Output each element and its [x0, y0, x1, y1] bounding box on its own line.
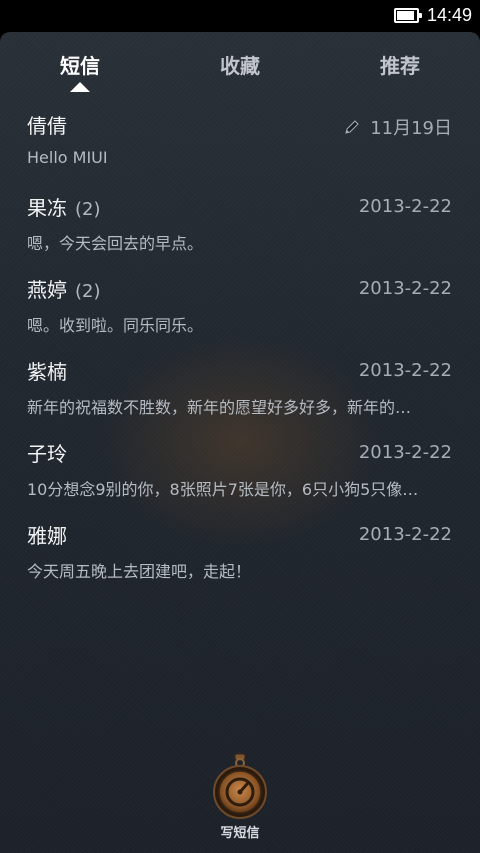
- message-date-text: 2013-2-22: [358, 524, 452, 545]
- message-date-text: 2013-2-22: [358, 360, 452, 381]
- message-preview: 新年的祝福数不胜数，新年的愿望好多好多，新年的…: [27, 398, 412, 417]
- message-date: 11月19日: [344, 114, 452, 140]
- message-date-text: 2013-2-22: [358, 196, 452, 217]
- message-date-text: 2013-2-22: [358, 442, 452, 463]
- contact-name-text: 雅娜: [27, 524, 67, 548]
- active-tab-indicator: [70, 82, 90, 92]
- message-date: 2013-2-22: [359, 442, 452, 463]
- battery-icon: [393, 8, 422, 23]
- compose-button[interactable]: 写短信: [200, 752, 280, 842]
- message-date-text: 11月19日: [370, 118, 452, 139]
- unread-count: (2): [75, 199, 101, 220]
- conversation-item[interactable]: 雅娜 2013-2-22 今天周五晚上去团建吧，走起！: [0, 510, 480, 592]
- conversation-item[interactable]: 果冻 (2) 2013-2-22 嗯，今天会回去的早点。: [0, 182, 480, 264]
- conversation-item[interactable]: 倩倩 11月19日 Hello MIUI: [0, 100, 480, 182]
- status-bar: 14:49: [0, 0, 480, 32]
- contact-name-text: 燕婷: [27, 278, 67, 302]
- draft-pencil-icon: [345, 120, 359, 134]
- status-time: 14:49: [426, 5, 472, 25]
- contact-name-text: 子玲: [27, 442, 67, 466]
- contact-name: 紫楠: [27, 356, 75, 385]
- tab-recommended[interactable]: 推荐: [340, 50, 460, 79]
- message-preview: 嗯。收到啦。同乐同乐。: [27, 316, 204, 335]
- message-preview: 嗯，今天会回去的早点。: [27, 234, 204, 253]
- contact-name: 雅娜: [27, 520, 75, 549]
- contact-name: 子玲: [27, 438, 75, 467]
- contact-name: 燕婷 (2): [27, 274, 101, 303]
- message-preview: 今天周五晚上去团建吧，走起！: [27, 562, 252, 581]
- message-preview: Hello MIUI: [27, 148, 108, 167]
- battery-fill: [396, 11, 415, 20]
- conversation-item[interactable]: 燕婷 (2) 2013-2-22 嗯。收到啦。同乐同乐。: [0, 264, 480, 346]
- tab-messages[interactable]: 短信: [20, 50, 140, 79]
- messaging-app: 短信 收藏 推荐 倩倩 11月19日 Hello MIUI 果冻 (2) 201…: [0, 32, 480, 853]
- compose-pocket-watch-icon: [213, 753, 267, 819]
- contact-name-text: 果冻: [27, 196, 67, 220]
- contact-name: 果冻 (2): [27, 192, 101, 221]
- conversation-item[interactable]: 子玲 2013-2-22 10分想念9别的你，8张照片7张是你，6只小狗5只像…: [0, 428, 480, 510]
- compose-label: 写短信: [220, 826, 260, 841]
- unread-count: (2): [75, 281, 101, 302]
- tab-bar: 短信 收藏 推荐: [0, 32, 480, 92]
- message-date-text: 2013-2-22: [358, 278, 452, 299]
- message-date: 2013-2-22: [359, 360, 452, 381]
- message-preview: 10分想念9别的你，8张照片7张是你，6只小狗5只像…: [27, 480, 419, 499]
- message-date: 2013-2-22: [359, 524, 452, 545]
- message-date: 2013-2-22: [359, 196, 452, 217]
- contact-name-text: 紫楠: [27, 360, 67, 384]
- conversation-list: 倩倩 11月19日 Hello MIUI 果冻 (2) 2013-2-22 嗯，…: [0, 100, 480, 592]
- contact-name-text: 倩倩: [27, 114, 67, 138]
- tab-favorites[interactable]: 收藏: [180, 50, 300, 79]
- message-date: 2013-2-22: [359, 278, 452, 299]
- contact-name: 倩倩: [27, 110, 75, 139]
- conversation-item[interactable]: 紫楠 2013-2-22 新年的祝福数不胜数，新年的愿望好多好多，新年的…: [0, 346, 480, 428]
- status-right: 14:49: [393, 5, 472, 26]
